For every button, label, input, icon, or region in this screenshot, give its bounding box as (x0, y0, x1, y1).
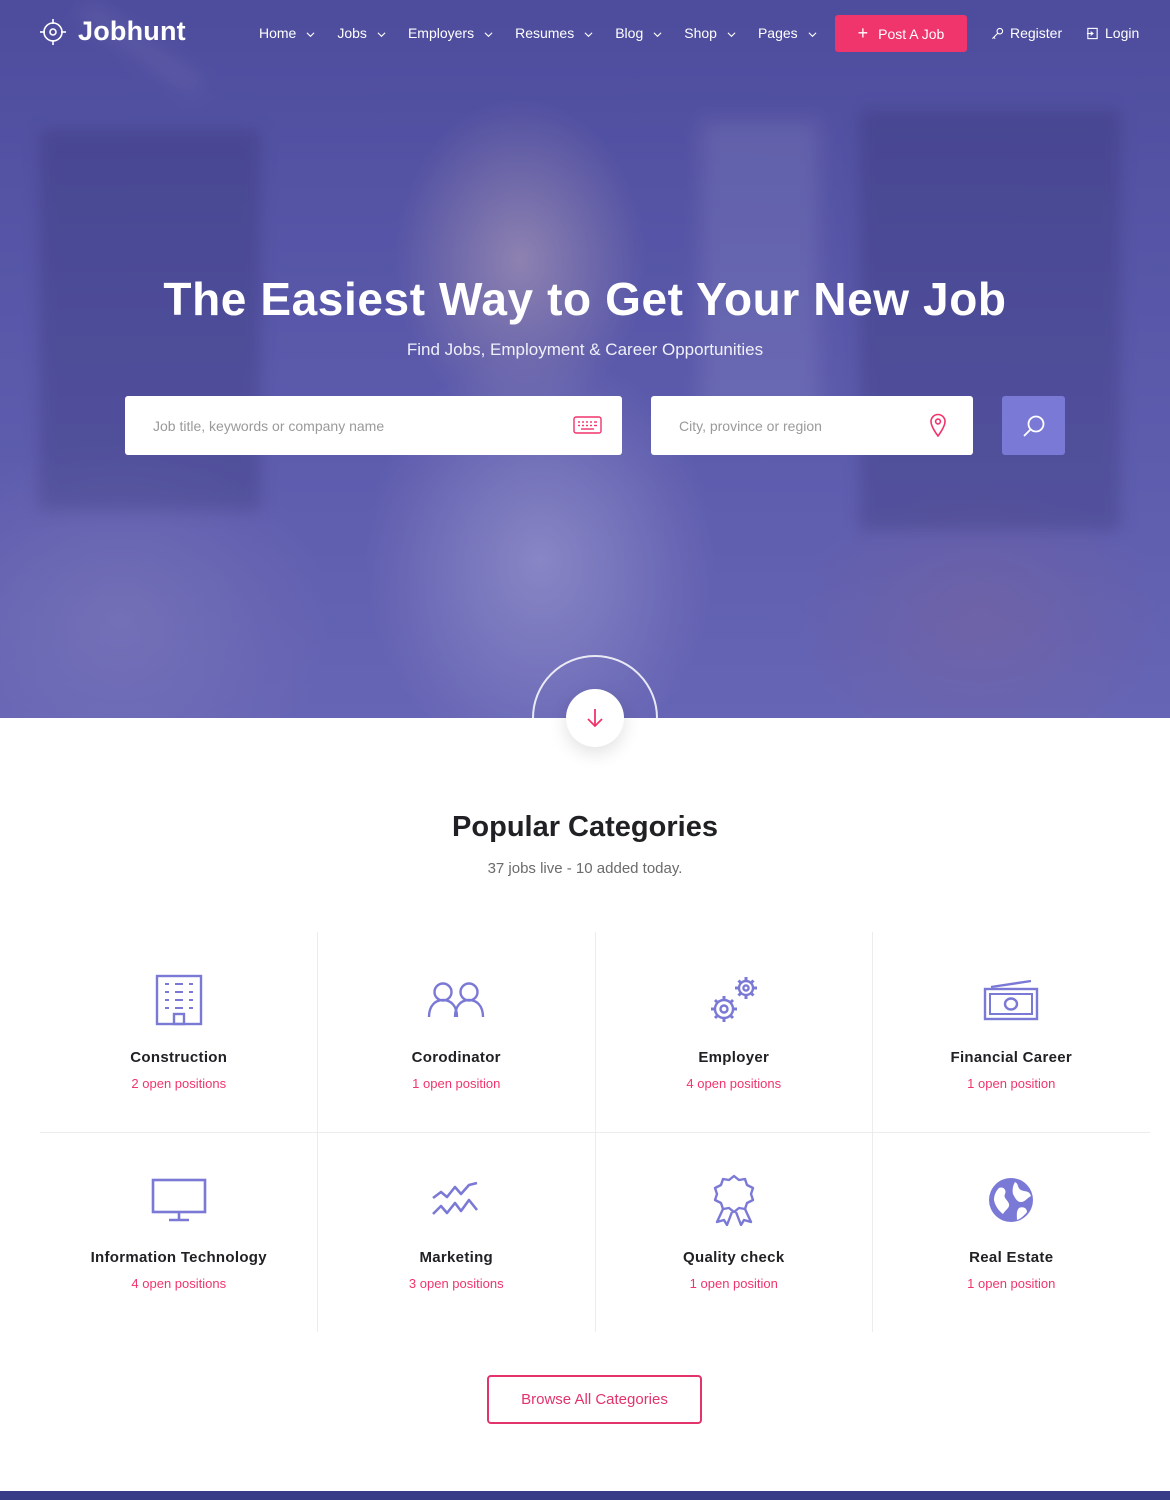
footer-strip (0, 1491, 1170, 1500)
category-count: 2 open positions (131, 1076, 227, 1091)
category-employer[interactable]: Employer 4 open positions (595, 932, 873, 1132)
register-label: Register (1010, 25, 1063, 41)
category-name: Real Estate (969, 1249, 1054, 1266)
login-label: Login (1105, 25, 1140, 41)
category-name: Employer (698, 1049, 770, 1066)
category-construction[interactable]: Construction 2 open positions (40, 932, 318, 1132)
money-icon (984, 979, 1039, 1021)
nav-label: Blog (615, 25, 644, 41)
users-icon (428, 982, 485, 1018)
category-name: Financial Career (950, 1049, 1073, 1066)
main-nav: Home Jobs Employers Resumes Blog Shop Pa… (259, 25, 839, 41)
nav-item-pages[interactable]: Pages (758, 25, 817, 41)
keyword-search-box (125, 396, 622, 455)
logo-text: Jobhunt (78, 16, 186, 46)
nav-label: Resumes (515, 25, 575, 41)
hero-section: Jobhunt Home Jobs Employers Resumes Blog… (0, 0, 1170, 718)
chevron-down-icon (484, 31, 493, 37)
key-icon (991, 27, 1004, 39)
nav-item-blog[interactable]: Blog (615, 25, 662, 41)
category-count: 1 open position (412, 1076, 501, 1091)
search-icon (1022, 415, 1044, 437)
location-input[interactable] (679, 417, 909, 434)
category-count: 4 open positions (686, 1076, 782, 1091)
nav-item-shop[interactable]: Shop (684, 25, 736, 41)
browse-all-categories-button[interactable]: Browse All Categories (487, 1375, 702, 1424)
location-search-box (651, 396, 973, 455)
category-count: 1 open position (967, 1276, 1056, 1291)
category-corodinator[interactable]: Corodinator 1 open position (318, 932, 596, 1132)
category-real-estate[interactable]: Real Estate 1 open position (873, 1132, 1151, 1332)
keyword-input[interactable] (153, 417, 533, 434)
nav-label: Shop (684, 25, 717, 41)
crosshair-icon (40, 18, 66, 45)
gears-icon (710, 977, 757, 1022)
chevron-down-icon (653, 31, 662, 37)
categories-grid: Construction 2 open positions Corodinato… (40, 932, 1150, 1332)
chevron-down-icon (306, 31, 315, 37)
monitor-icon (151, 1178, 207, 1222)
category-count: 3 open positions (408, 1276, 504, 1291)
plus-icon: + (857, 22, 869, 43)
award-icon (713, 1174, 754, 1226)
map-pin-icon (930, 413, 946, 437)
chevron-down-icon (584, 31, 593, 37)
category-name: Marketing (419, 1249, 494, 1266)
category-marketing[interactable]: Marketing 3 open positions (318, 1132, 596, 1332)
keyboard-icon (573, 416, 602, 434)
trend-icon (432, 1181, 479, 1215)
nav-item-employers[interactable]: Employers (408, 25, 493, 41)
post-job-button[interactable]: + Post A Job (835, 15, 967, 52)
nav-label: Home (259, 25, 297, 41)
category-name: Corodinator (411, 1049, 501, 1066)
post-job-label: Post A Job (878, 25, 945, 42)
scroll-down-button[interactable] (566, 689, 624, 747)
chevron-down-icon (377, 31, 386, 37)
building-icon (155, 974, 202, 1026)
nav-item-jobs[interactable]: Jobs (337, 25, 386, 41)
categories-subtitle: 37 jobs live - 10 added today. (487, 860, 683, 877)
categories-title: Popular Categories (452, 811, 718, 843)
register-link[interactable]: Register (991, 25, 1062, 41)
category-information-technology[interactable]: Information Technology 4 open positions (40, 1132, 318, 1332)
chevron-down-icon (727, 31, 736, 37)
nav-label: Employers (407, 25, 475, 41)
category-name: Information Technology (90, 1249, 267, 1266)
nav-item-home[interactable]: Home (259, 25, 315, 41)
arrow-down-icon (587, 709, 603, 728)
nav-item-resumes[interactable]: Resumes (515, 25, 593, 41)
hero-title: The Easiest Way to Get Your New Job (163, 273, 1007, 325)
chevron-down-icon (808, 31, 817, 37)
category-name: Construction (130, 1049, 228, 1066)
globe-icon (989, 1178, 1034, 1222)
nav-label: Pages (757, 25, 798, 41)
hero-subtitle: Find Jobs, Employment & Career Opportuni… (406, 340, 764, 359)
category-quality-check[interactable]: Quality check 1 open position (595, 1132, 873, 1332)
search-button[interactable] (1002, 396, 1065, 455)
category-count: 1 open position (689, 1276, 778, 1291)
logo[interactable]: Jobhunt (40, 16, 186, 47)
category-count: 4 open positions (131, 1276, 227, 1291)
category-financial-career[interactable]: Financial Career 1 open position (873, 932, 1151, 1132)
nav-label: Jobs (337, 25, 367, 41)
login-link[interactable]: Login (1086, 25, 1139, 41)
category-name: Quality check (683, 1249, 785, 1266)
category-count: 1 open position (967, 1076, 1056, 1091)
login-icon (1086, 27, 1098, 39)
